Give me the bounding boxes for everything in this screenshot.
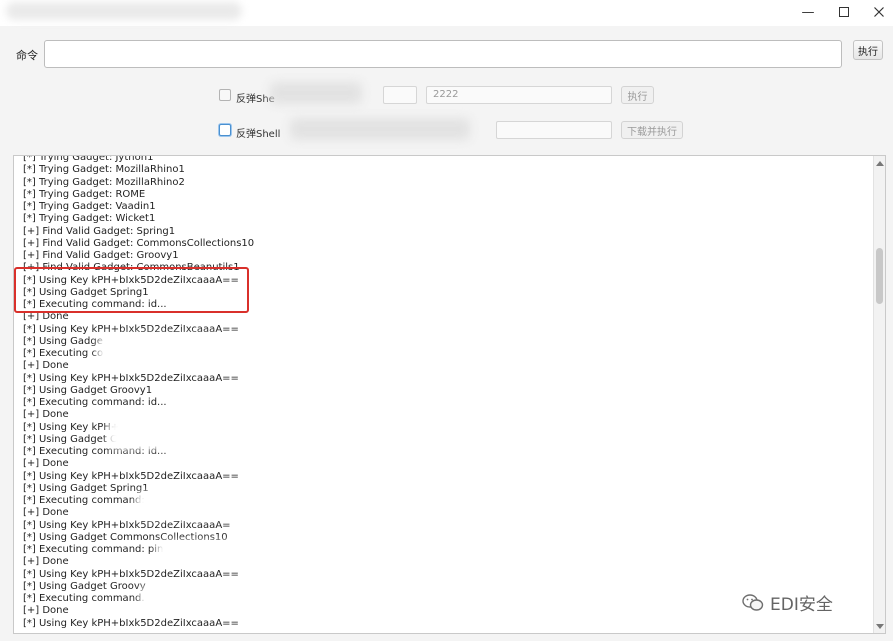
- console-line: [*] Trying Gadget: MozillaRhino1: [23, 164, 185, 176]
- scrollbar[interactable]: [873, 156, 885, 633]
- console-line: [+] Find Valid Gadget: CommonsCollection…: [23, 237, 255, 249]
- reverse-shell-checkbox[interactable]: [219, 89, 231, 101]
- console-line: [+] Done: [23, 311, 69, 323]
- console-line: [+] Done: [23, 458, 69, 470]
- console-line: [+] Done: [23, 556, 69, 568]
- console-line: [+] Find Valid Gadget: Groovy1: [23, 250, 179, 261]
- redacted-ip: [270, 82, 362, 104]
- console-line: [*] Trying Gadget: MozillaRhino2: [23, 176, 185, 188]
- console-line: [*] Trying Gadget: Jython1: [23, 155, 154, 163]
- console-redaction: [156, 541, 246, 561]
- wechat-icon: [742, 593, 764, 611]
- host-field-edge[interactable]: [383, 86, 417, 104]
- console-line: [*] Using Key kPH+bIxk5D2deZiIxcaaaA==: [23, 617, 239, 629]
- console-line: [*] Executing command: pin: [23, 544, 164, 555]
- console-line: [*] Using Key kPH+bIxk5D2deZiIxcaaaA==: [23, 470, 239, 482]
- maximize-icon[interactable]: [826, 0, 862, 24]
- console-line: [*] Using Key kPH+bIxk5D2deZiIxcaaaA==: [23, 323, 239, 335]
- console-redaction: [136, 492, 244, 518]
- reverse-shell-download-label: 反弹Shell: [236, 129, 281, 140]
- console-line: [*] Using Gadget CommonsCollections10: [23, 531, 228, 543]
- close-icon[interactable]: [861, 0, 893, 24]
- reverse-shell-download-checkbox[interactable]: [219, 124, 231, 136]
- console-lines: [*] Trying Gadget: Jython1 [*] Trying Gad…: [23, 155, 871, 630]
- title-bar: —: [0, 0, 893, 26]
- reverse-shell-execute-button[interactable]: 执行: [621, 86, 654, 104]
- title-redacted: [6, 2, 242, 20]
- console-line: [*] Executing command: id...: [23, 397, 167, 408]
- console-line: [*] Using Key kPH+bIxk5D2deZiIxcaaaA==: [23, 372, 239, 384]
- console-line: [*] Using Key kPH+bIxk5D2deZiIxcaaaA=: [23, 519, 231, 531]
- redacted-url: [290, 118, 470, 140]
- port-field[interactable]: 2222: [426, 86, 612, 104]
- console-redaction: [108, 419, 220, 449]
- scroll-down-icon[interactable]: [875, 621, 885, 631]
- execute-button[interactable]: 执行: [853, 40, 883, 60]
- download-execute-button[interactable]: 下载并执行: [621, 121, 683, 139]
- console-line: [*] Trying Gadget: Wicket1: [23, 213, 156, 225]
- scroll-up-icon[interactable]: [875, 158, 885, 168]
- console-line: [*] Trying Gadget: Vaadin1: [23, 201, 156, 212]
- download-url-field[interactable]: [496, 121, 612, 139]
- highlight-box: [14, 267, 249, 313]
- watermark: EDI安全: [742, 590, 833, 615]
- console-redaction: [98, 335, 220, 365]
- console-redaction: [140, 586, 240, 610]
- console-line: [*] Trying Gadget: ROME: [23, 188, 146, 200]
- console-line: [*] Using Key kPH+bIxk5D2deZiIxcaaaA==: [23, 568, 239, 580]
- watermark-text: EDI安全: [770, 595, 833, 615]
- console-line: [*] Using Gadget Groovy1: [23, 384, 153, 396]
- minimize-icon[interactable]: —: [790, 0, 826, 24]
- command-input[interactable]: [44, 40, 842, 68]
- command-label: 命令: [16, 49, 38, 62]
- console-line: [+] Find Valid Gadget: Spring1: [23, 225, 176, 237]
- scroll-thumb[interactable]: [876, 248, 883, 304]
- console-output[interactable]: [*] Trying Gadget: Jython1 [*] Trying Gad…: [13, 155, 886, 634]
